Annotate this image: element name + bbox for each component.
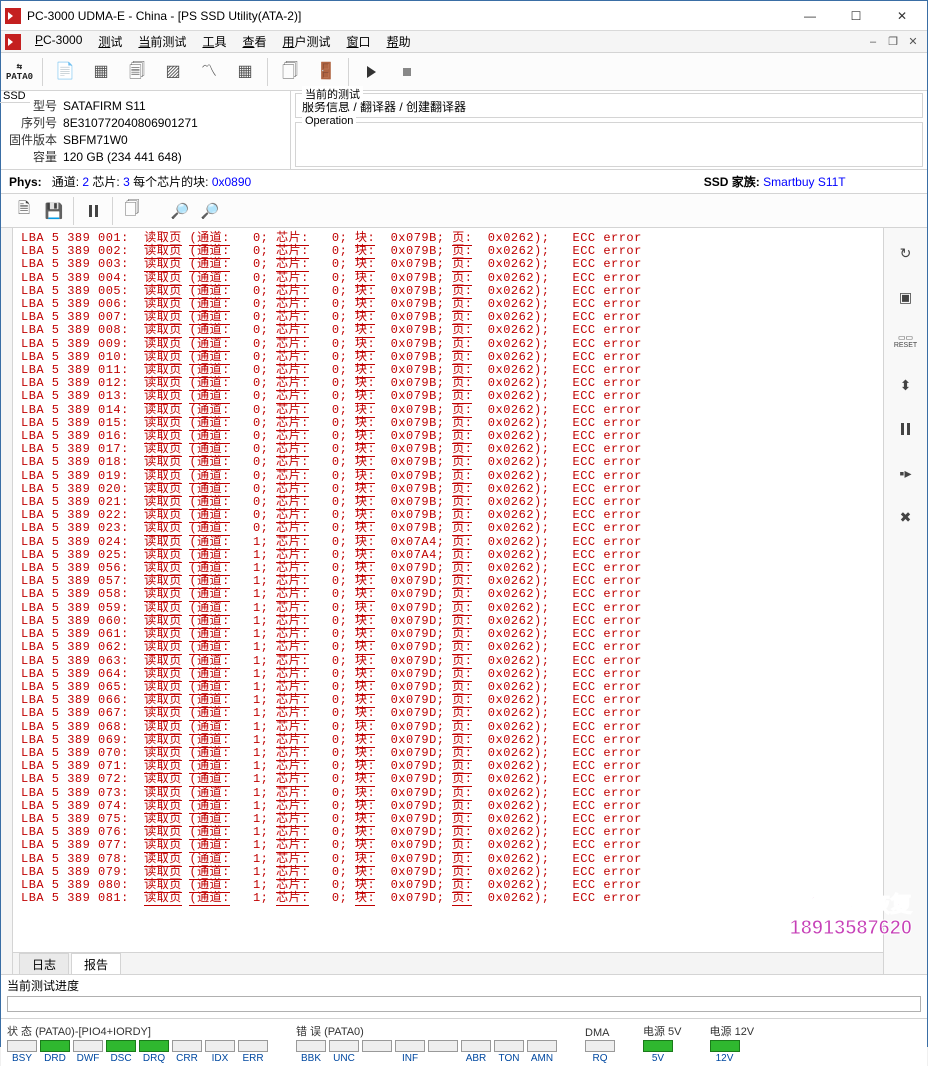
export-icon[interactable]: 🗎 (9, 196, 39, 226)
power12-led (710, 1040, 740, 1052)
pause2-button[interactable] (889, 414, 923, 444)
exit-icon[interactable]: 🚪 (309, 54, 343, 90)
reset-button[interactable]: ▭▭RESET (889, 326, 923, 356)
ssd-family: Smartbuy S11T (763, 175, 845, 189)
menu-app-icon (5, 34, 21, 50)
titlebar: PC-3000 UDMA-E - China - [PS SSD Utility… (1, 1, 927, 31)
device-capacity: 120 GB (234 441 648) (63, 148, 204, 165)
progress-bar (7, 996, 921, 1012)
main-toolbar: ⇆ PATA0 📄 ▦ 🗐 ▨ 〽 ▦ 🗍 🚪 (1, 53, 927, 91)
status-strip: 状 态 (PATA0)-[PIO4+IORDY] BSYDRDDWFDSCDRQ… (1, 1018, 927, 1066)
led-IDX (205, 1040, 235, 1052)
device-serial: 8E310772040806901271 (63, 114, 204, 131)
current-test-box: 当前的测试 服务信息 / 翻译器 / 创建翻译器 (295, 93, 923, 118)
led-UNC (329, 1040, 359, 1052)
tab-log[interactable]: 日志 (19, 953, 69, 974)
device-info-panel: SSD 型号 SATAFIRM S11 序列号 8E31077204080690… (1, 91, 291, 169)
power-icon[interactable]: ⬍ (889, 370, 923, 400)
led-DSC (106, 1040, 136, 1052)
device-model: SATAFIRM S11 (63, 97, 204, 114)
led-BSY (7, 1040, 37, 1052)
chip-view-icon[interactable]: ▣ (889, 282, 923, 312)
menu-item-1[interactable]: 测试 (90, 33, 130, 50)
pause-button[interactable] (78, 196, 108, 226)
tab-report[interactable]: 报告 (71, 953, 121, 974)
led-CRR (172, 1040, 202, 1052)
led-INF (395, 1040, 425, 1052)
menu-item-7[interactable]: 帮助 (379, 33, 419, 50)
run-button[interactable] (354, 54, 388, 90)
right-toolbar: ↻ ▣ ▭▭RESET ⬍ ▪▸ ✖ (883, 228, 927, 974)
phys-blocks: 0x0890 (212, 175, 251, 189)
dma-group-label: DMA (585, 1027, 615, 1039)
minimize-button[interactable]: — (787, 1, 833, 30)
module-icon[interactable]: ▪▸ (889, 458, 923, 488)
mdi-restore-button[interactable]: ❐ (883, 34, 903, 50)
menu-item-2[interactable]: 当前测试 (130, 33, 194, 50)
led-TON (494, 1040, 524, 1052)
menu-item-6[interactable]: 窗口 (339, 33, 379, 50)
device-type-tab: SSD (0, 90, 30, 103)
app-icon (5, 8, 21, 24)
led-blank (362, 1040, 392, 1052)
led-DWF (73, 1040, 103, 1052)
left-gutter (1, 228, 13, 974)
tools-icon[interactable]: ✖ (889, 502, 923, 532)
menu-item-0[interactable]: PC-3000 (27, 33, 90, 50)
phys-row: Phys: 通道: 2 芯片: 3 每个芯片的块: 0x0890 SSD 家族:… (1, 170, 927, 194)
log-output[interactable]: LBA 5 389 001: 读取页 (通道: 0; 芯片: 0; 块: 0x0… (13, 228, 883, 952)
operation-box: Operation (295, 122, 923, 167)
led-DRD (40, 1040, 70, 1052)
ata-port-button[interactable]: ⇆ PATA0 (2, 54, 37, 90)
chip-icon[interactable]: ▦ (84, 54, 118, 90)
stack-icon[interactable]: 🗐 (120, 54, 154, 90)
scan-icon[interactable]: ▨ (156, 54, 190, 90)
phys-chip: 3 (123, 175, 130, 189)
menu-item-5[interactable]: 用户测试 (275, 33, 339, 50)
stop-button[interactable] (390, 54, 424, 90)
led-RQ (585, 1040, 615, 1052)
copy-button[interactable]: 🗍 (117, 196, 147, 226)
menu-item-3[interactable]: 工具 (194, 33, 234, 50)
find-icon[interactable]: 🔎 (165, 196, 195, 226)
led-DRQ (139, 1040, 169, 1052)
state-group-label: 状 态 (PATA0)-[PIO4+IORDY] (7, 1023, 268, 1039)
mdi-minimize-button[interactable]: – (863, 34, 883, 50)
mdi-close-button[interactable]: ✕ (903, 34, 923, 50)
find-next-icon[interactable]: 🔎 (195, 196, 225, 226)
power5-led (643, 1040, 673, 1052)
progress-label: 当前测试进度 (7, 977, 921, 994)
log-toolbar: 🗎 💾 🗍 🔎 🔎 (1, 194, 927, 228)
grid-icon[interactable]: ▦ (228, 54, 262, 90)
close-button[interactable]: ✕ (879, 1, 925, 30)
menu-item-4[interactable]: 查看 (234, 33, 274, 50)
led-blank (428, 1040, 458, 1052)
save-icon[interactable]: 💾 (39, 196, 69, 226)
window-title: PC-3000 UDMA-E - China - [PS SSD Utility… (27, 9, 301, 23)
current-test-value: 服务信息 / 翻译器 / 创建翻译器 (302, 96, 916, 115)
log-tabs: 日志 报告 (13, 952, 883, 974)
refresh-icon[interactable]: ↻ (889, 238, 923, 268)
led-ERR (238, 1040, 268, 1052)
power5-label: 电源 5V (643, 1023, 682, 1039)
maximize-button[interactable]: ☐ (833, 1, 879, 30)
power12-label: 电源 12V (710, 1023, 755, 1039)
error-group-label: 错 误 (PATA0) (296, 1023, 557, 1039)
menubar: PC-3000测试当前测试工具查看用户测试窗口帮助 – ❐ ✕ (1, 31, 927, 53)
led-BBK (296, 1040, 326, 1052)
document-icon[interactable]: 📄 (48, 54, 82, 90)
led-ABR (461, 1040, 491, 1052)
window-controls: — ☐ ✕ (787, 1, 925, 30)
copy-icon[interactable]: 🗍 (273, 54, 307, 90)
led-AMN (527, 1040, 557, 1052)
ruler-icon[interactable]: 〽 (192, 54, 226, 90)
device-fw: SBFM71W0 (63, 131, 204, 148)
phys-channel: 2 (82, 175, 89, 189)
progress-panel: 当前测试进度 (1, 974, 927, 1018)
